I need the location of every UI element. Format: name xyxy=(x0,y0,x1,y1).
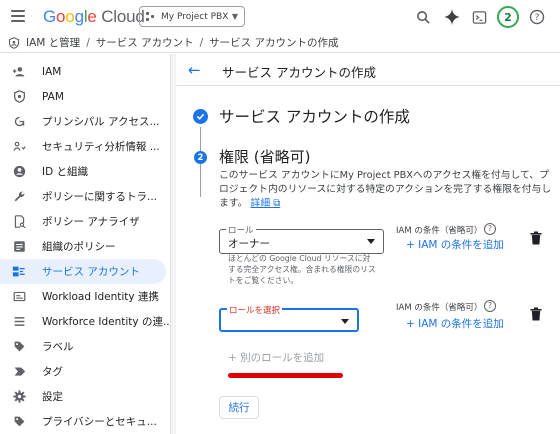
open-in-new-icon: ⧉ xyxy=(270,198,281,209)
sidebar-item-settings[interactable]: 設定 xyxy=(0,384,166,409)
list-box-icon xyxy=(12,240,26,254)
redaction-mark xyxy=(228,373,343,378)
continue-button[interactable]: 続行 xyxy=(219,396,259,419)
shield-icon xyxy=(12,90,26,104)
sidebar-item-labels[interactable]: ラベル xyxy=(0,334,166,359)
insights-icon xyxy=(12,140,26,154)
google-cloud-logo[interactable]: Google Cloud xyxy=(43,7,145,27)
search-icon[interactable] xyxy=(413,7,433,27)
step2-number: 2 xyxy=(194,151,207,164)
gemini-sparkle-icon[interactable] xyxy=(442,7,462,27)
role-select-2-label: ロールを選択 xyxy=(227,304,283,316)
sidebar-item-security-insights[interactable]: セキュリティ分析情報 ... xyxy=(0,134,166,159)
sidebar-item-org-policies[interactable]: 組織のポリシー xyxy=(0,234,166,259)
sidebar-item-privacy-security[interactable]: プライバシーとセキュ... xyxy=(0,409,166,434)
step-complete-check-icon xyxy=(193,109,208,124)
service-account-icon xyxy=(12,265,26,279)
breadcrumb-separator: / xyxy=(86,36,90,49)
breadcrumb-item-service-accounts[interactable]: サービス アカウント xyxy=(96,35,194,50)
step2-description: このサービス アカウントにMy Project PBXへのアクセス権を付与して、… xyxy=(219,170,552,209)
chevron-tag-icon xyxy=(12,365,26,379)
help-icon[interactable]: ? xyxy=(484,300,496,312)
person-add-icon xyxy=(12,65,26,79)
sidebar-item-principal-access[interactable]: プリンシパル アクセス... xyxy=(0,109,166,134)
breadcrumb: IAM と管理 / サービス アカウント / サービス アカウントの作成 xyxy=(0,33,560,53)
help-icon[interactable]: ? xyxy=(484,223,496,235)
account-circle-icon xyxy=(12,165,26,179)
svg-text:?: ? xyxy=(535,13,540,23)
sidebar-item-policy-troubleshooter[interactable]: ポリシーに関するトラ... xyxy=(0,184,166,209)
add-another-role-button[interactable]: + 別のロールを追加 xyxy=(228,350,324,365)
iam-condition-label: IAM の条件（省略可） xyxy=(396,226,483,236)
cloud-shell-icon[interactable] xyxy=(469,7,489,27)
page-header: ← サービス アカウントの作成 xyxy=(176,54,560,86)
sidebar-item-policy-analyzer[interactable]: ポリシー アナライザ xyxy=(0,209,166,234)
shield-icon xyxy=(8,36,20,49)
list-icon xyxy=(12,315,26,329)
wrench-icon xyxy=(12,190,26,204)
sidebar-item-workload-identity[interactable]: Workload Identity 連携 xyxy=(0,284,166,309)
main-content: ← サービス アカウントの作成 サービス アカウントの作成 2 権限 (省略可)… xyxy=(176,54,560,434)
project-picker[interactable]: My Project PBX ▼ xyxy=(139,6,245,27)
dropdown-arrow-icon xyxy=(367,239,375,244)
learn-more-link[interactable]: 詳細 ⧉ xyxy=(251,198,281,209)
gear-icon xyxy=(12,390,26,404)
add-iam-condition-button-2[interactable]: + IAM の条件を追加 xyxy=(406,316,504,331)
role-helper-text: ほとんどの Google Cloud リソースに対する完全アクセス権。含まれる権… xyxy=(228,254,376,285)
project-label: My Project PBX xyxy=(161,11,229,22)
delete-icon[interactable] xyxy=(530,307,542,321)
back-arrow-icon[interactable]: ← xyxy=(188,62,204,78)
role-select-2[interactable]: ロールを選択 xyxy=(219,304,359,332)
sidebar-item-service-accounts[interactable]: サービス アカウント xyxy=(0,259,166,284)
sidebar-item-tags[interactable]: タグ xyxy=(0,359,166,384)
breadcrumb-item-iam[interactable]: IAM と管理 xyxy=(26,35,80,50)
chevron-down-icon: ▼ xyxy=(231,12,238,21)
sidebar: IAM PAM プリンシパル アクセス... セキュリティ分析情報 ... ID… xyxy=(0,54,173,434)
access-icon xyxy=(12,115,26,129)
sidebar-item-pam[interactable]: PAM xyxy=(0,84,166,109)
menu-icon[interactable] xyxy=(11,10,25,22)
help-icon[interactable]: ? xyxy=(527,7,547,27)
dropdown-arrow-icon xyxy=(341,319,349,324)
breadcrumb-separator: / xyxy=(199,36,204,49)
privacy-icon xyxy=(12,415,26,429)
card-icon xyxy=(12,290,26,304)
tag-icon xyxy=(12,340,26,354)
page-title: サービス アカウントの作成 xyxy=(222,65,376,80)
role-select[interactable]: ロール オーナー xyxy=(219,224,384,254)
sidebar-item-iam[interactable]: IAM xyxy=(0,59,166,84)
sidebar-item-workforce-identity[interactable]: Workforce Identity の連... xyxy=(0,309,173,334)
add-iam-condition-button[interactable]: + IAM の条件を追加 xyxy=(406,237,504,252)
notifications-badge[interactable]: 2 xyxy=(497,6,519,28)
step2-title: 権限 (省略可) xyxy=(219,148,311,166)
breadcrumb-item-create: サービス アカウントの作成 xyxy=(209,37,339,49)
top-bar: Google Cloud My Project PBX ▼ 2 ? xyxy=(0,0,560,33)
analyzer-icon xyxy=(12,215,26,229)
project-icon xyxy=(146,11,156,22)
sidebar-item-identity-org[interactable]: ID と組織 xyxy=(0,159,166,184)
step1-title[interactable]: サービス アカウントの作成 xyxy=(219,105,410,127)
delete-icon[interactable] xyxy=(530,231,542,245)
role-select-value: オーナー xyxy=(228,238,270,250)
iam-condition-label-2: IAM の条件（省略可） xyxy=(396,303,483,313)
role-select-label: ロール xyxy=(226,224,256,236)
